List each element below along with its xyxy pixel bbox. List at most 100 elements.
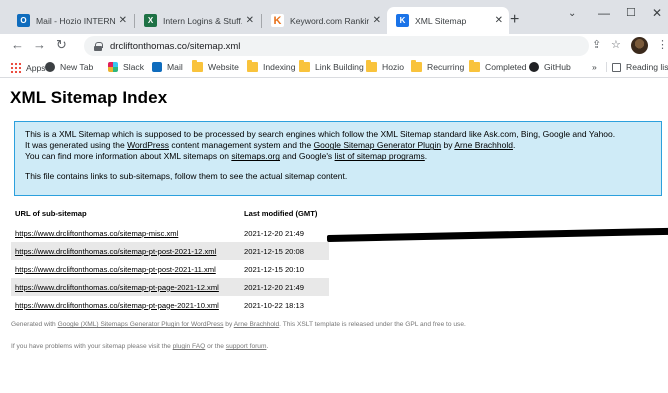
page-title: XML Sitemap Index (10, 88, 168, 107)
intro-line-1: This is a XML Sitemap which is supposed … (25, 129, 616, 139)
tab-xml-sitemap[interactable]: K XML Sitemap ✕ (387, 7, 509, 34)
minimize-icon[interactable]: — (598, 6, 610, 20)
column-header-modified: Last modified (GMT) (244, 209, 318, 218)
tab-strip: O Mail - Hozio INTERN - O ✕ X Intern Log… (0, 0, 668, 34)
bookmark-apps[interactable]: Apps (10, 62, 46, 73)
close-tab-icon[interactable]: ✕ (246, 15, 254, 26)
close-tab-icon[interactable]: ✕ (119, 15, 127, 26)
chrome-icon (45, 62, 55, 72)
folder-icon (366, 60, 377, 72)
column-header-url: URL of sub-sitemap (15, 209, 87, 218)
bookmark-link-building[interactable]: Link Building (299, 60, 364, 72)
close-tab-icon[interactable]: ✕ (495, 15, 503, 26)
bookmark-label: Recurring (427, 62, 465, 72)
intro-box: This is a XML Sitemap which is supposed … (14, 121, 662, 196)
bookmark-new-tab[interactable]: New Tab (45, 62, 93, 72)
bookmark-recurring[interactable]: Recurring (411, 60, 465, 72)
github-icon (529, 62, 539, 72)
tab-keyword-ranking[interactable]: K Keyword.com Ranking R ✕ (262, 7, 387, 34)
bookmark-label: GitHub (544, 62, 571, 72)
forward-arrow-icon[interactable]: → (33, 37, 46, 52)
reload-icon[interactable]: ↻ (56, 37, 67, 53)
address-bar[interactable]: drcliftonthomas.co/sitemap.xml (84, 36, 589, 56)
profile-avatar[interactable] (631, 37, 648, 54)
back-arrow-icon[interactable]: ← (11, 37, 24, 52)
tab-title: XML Sitemap (415, 15, 467, 26)
footer-text: If you have problems with your sitemap p… (11, 343, 173, 350)
footer-generated: Generated with Google (XML) Sitemaps Gen… (11, 321, 466, 328)
support-forum-link[interactable]: support forum (226, 343, 267, 350)
table-cell-modified: 2021-12-20 21:49 (240, 224, 329, 242)
sub-sitemap-link[interactable]: https://www.drcliftonthomas.co/sitemap-p… (15, 283, 219, 292)
bookmarks-overflow-chevron[interactable]: » (592, 62, 597, 72)
tab-intern-logins[interactable]: X Intern Logins & Stuff.xlsx ✕ (135, 7, 260, 34)
maximize-icon[interactable]: ☐ (626, 6, 636, 19)
intro-text: and Google's (280, 151, 335, 162)
wordpress-link[interactable]: WordPress (127, 140, 169, 150)
bookmark-label: Apps (26, 62, 46, 73)
bookmark-reading-list[interactable]: Reading list (606, 62, 668, 72)
close-window-icon[interactable]: ✕ (652, 6, 662, 20)
folder-icon (469, 60, 480, 72)
sitemaps-org-link[interactable]: sitemaps.org (231, 151, 280, 161)
tab-search-chevron-icon[interactable]: ⌄ (568, 8, 576, 19)
bookmark-label: Completed (485, 62, 527, 72)
bookmark-label: Mail (167, 62, 183, 72)
bookmark-label: » (592, 62, 597, 72)
bookmark-completed[interactable]: Completed (469, 60, 527, 72)
bookmark-label: Reading list (626, 62, 668, 72)
folder-icon (192, 60, 203, 72)
author-link[interactable]: Arne Brachhold (234, 321, 279, 328)
bookmark-hozio[interactable]: Hozio (366, 60, 404, 72)
bookmark-star-icon[interactable]: ☆ (611, 38, 621, 51)
intro-line-2: It was generated using the WordPress con… (25, 140, 651, 151)
bookmark-label: Hozio (382, 62, 404, 72)
footer-text: Generated with (11, 321, 58, 328)
bookmark-label: Website (208, 62, 239, 72)
arne-brachhold-link[interactable]: Arne Brachhold (454, 140, 513, 150)
sitemap-programs-link[interactable]: list of sitemap programs (335, 151, 425, 161)
footer-text: . This XSLT template is released under t… (279, 321, 466, 328)
intro-line-3: You can find more information about XML … (25, 151, 651, 162)
sub-sitemap-link[interactable]: https://www.drcliftonthomas.co/sitemap-m… (15, 229, 178, 238)
url-text[interactable]: drcliftonthomas.co/sitemap.xml (110, 41, 240, 52)
close-tab-icon[interactable]: ✕ (373, 15, 381, 26)
tab-mail[interactable]: O Mail - Hozio INTERN - O ✕ (8, 7, 133, 34)
table-row: https://www.drcliftonthomas.co/sitemap-m… (11, 224, 329, 242)
outlook-icon: O (17, 14, 30, 27)
intro-text: You can find more information about XML … (25, 151, 232, 162)
sub-sitemap-link[interactable]: https://www.drcliftonthomas.co/sitemap-p… (15, 247, 216, 256)
browser-toolbar: ← → ↻ drcliftonthomas.co/sitemap.xml ⇪ ☆… (0, 34, 668, 58)
intro-text: It was generated using the (25, 140, 128, 151)
reading-list-icon (612, 62, 621, 72)
tab-title: Mail - Hozio INTERN - O (36, 15, 115, 26)
bookmark-github[interactable]: GitHub (529, 62, 571, 72)
folder-icon (299, 60, 310, 72)
intro-text: . (424, 151, 428, 162)
bookmark-label: Indexing (263, 62, 296, 72)
sub-sitemap-link[interactable]: https://www.drcliftonthomas.co/sitemap-p… (15, 301, 219, 310)
table-row: https://www.drcliftonthomas.co/sitemap-p… (11, 278, 329, 296)
bookmark-mail[interactable]: Mail (152, 62, 183, 72)
lock-icon[interactable] (94, 41, 103, 51)
sub-sitemap-link[interactable]: https://www.drcliftonthomas.co/sitemap-p… (15, 265, 216, 274)
bookmark-indexing[interactable]: Indexing (247, 60, 296, 72)
menu-dots-icon[interactable]: ⋮ (657, 38, 668, 51)
bookmark-website[interactable]: Website (192, 60, 239, 72)
folder-icon (411, 60, 422, 72)
bookmark-label: Slack (123, 62, 145, 72)
plugin-faq-link[interactable]: plugin FAQ (173, 343, 206, 350)
intro-text: content management system and the (168, 140, 314, 151)
bookmark-label: New Tab (60, 62, 94, 72)
plugin-link[interactable]: Google (XML) Sitemaps Generator Plugin f… (58, 321, 224, 328)
new-tab-plus-icon[interactable]: + (510, 11, 519, 29)
footer-help: If you have problems with your sitemap p… (11, 343, 268, 350)
google-sitemap-generator-link[interactable]: Google Sitemap Generator Plugin (314, 140, 442, 150)
bookmark-slack[interactable]: Slack (108, 62, 144, 72)
table-cell-url: https://www.drcliftonthomas.co/sitemap-p… (11, 296, 240, 314)
table-cell-modified: 2021-10-22 18:13 (240, 296, 329, 314)
intro-line-4: This file contains links to sub-sitemaps… (25, 170, 348, 181)
table-cell-url: https://www.drcliftonthomas.co/sitemap-p… (11, 278, 240, 296)
slack-icon (108, 62, 118, 72)
share-icon[interactable]: ⇪ (592, 38, 601, 51)
